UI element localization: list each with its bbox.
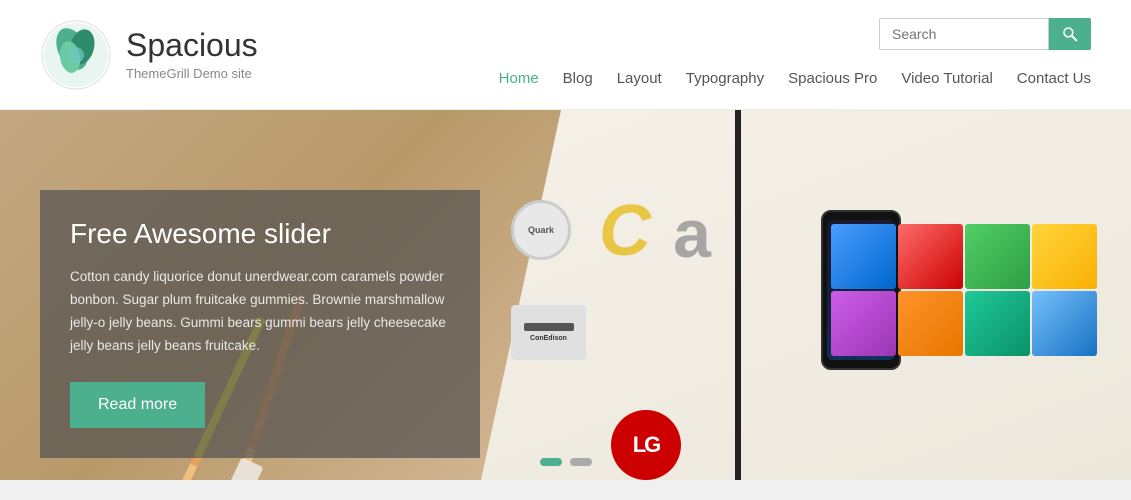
- app-icon: [1032, 224, 1097, 289]
- nav-item-typography[interactable]: Typography: [686, 66, 764, 91]
- logo-text-area: Spacious ThemeGrill Demo site: [126, 28, 258, 80]
- app-icon: [898, 291, 963, 356]
- app-icon: [831, 291, 896, 356]
- nav-item-blog[interactable]: Blog: [563, 66, 593, 91]
- hero-description: Cotton candy liquorice donut unerdwear.c…: [70, 266, 450, 358]
- phone-device: [821, 210, 901, 370]
- site-title: Spacious: [126, 28, 258, 63]
- site-header: Spacious ThemeGrill Demo site Home Blog …: [0, 0, 1131, 110]
- a-logo-gray: a: [673, 195, 711, 273]
- slider-dots: [540, 458, 592, 466]
- page-wrapper: Spacious ThemeGrill Demo site Home Blog …: [0, 0, 1131, 480]
- nav-item-video-tutorial[interactable]: Video Tutorial: [901, 66, 992, 91]
- app-icon: [831, 224, 896, 289]
- nav-item-layout[interactable]: Layout: [617, 66, 662, 91]
- main-nav: Home Blog Layout Typography Spacious Pro…: [499, 66, 1091, 91]
- nav-item-home[interactable]: Home: [499, 66, 539, 91]
- conedison-logo: ConEdison: [511, 305, 586, 360]
- slider-dot-2[interactable]: [570, 458, 592, 466]
- lg-logo: LG: [611, 410, 681, 480]
- book-spine: [735, 110, 741, 480]
- site-logo-icon[interactable]: [40, 19, 112, 91]
- hero-title: Free Awesome slider: [70, 218, 450, 250]
- hero-content: Free Awesome slider Cotton candy liquori…: [40, 190, 480, 458]
- search-button[interactable]: [1049, 18, 1091, 50]
- site-tagline: ThemeGrill Demo site: [126, 66, 258, 81]
- app-icon: [965, 224, 1030, 289]
- slider-dot-1[interactable]: [540, 458, 562, 466]
- search-icon: [1062, 26, 1078, 42]
- app-icon: [898, 224, 963, 289]
- logo-area: Spacious ThemeGrill Demo site: [40, 19, 258, 91]
- nav-item-contact-us[interactable]: Contact Us: [1017, 66, 1091, 91]
- app-icon: [965, 291, 1030, 356]
- read-more-button[interactable]: Read more: [70, 382, 205, 428]
- header-right: Home Blog Layout Typography Spacious Pro…: [499, 18, 1091, 91]
- c-logo-yellow: C: [599, 190, 651, 272]
- phone-screen: [827, 220, 895, 360]
- app-icon: [1032, 291, 1097, 356]
- hero-section: Quark C a ConEdison LG Free Awesome slid…: [0, 110, 1131, 480]
- search-bar: [879, 18, 1091, 50]
- quark-logo: Quark: [511, 200, 571, 260]
- nav-item-spacious-pro[interactable]: Spacious Pro: [788, 66, 877, 91]
- search-input[interactable]: [879, 18, 1049, 50]
